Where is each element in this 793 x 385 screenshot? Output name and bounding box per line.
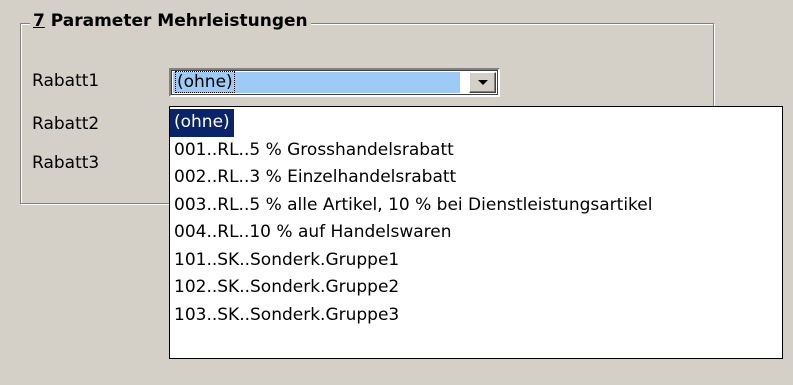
chevron-down-icon	[478, 80, 488, 85]
dialog-panel: 7 Parameter Mehrleistungen Rabatt1 Rabat…	[0, 0, 793, 385]
rabatt1-combobox[interactable]: (ohne)	[169, 68, 500, 97]
list-item[interactable]: 101..SK..Sonderk.Gruppe1	[170, 247, 782, 275]
group-title-text: Parameter Mehrleistungen	[44, 11, 308, 31]
list-item[interactable]: (ohne)	[170, 109, 782, 137]
list-item[interactable]: 003..RL..5 % alle Artikel, 10 % bei Dien…	[170, 192, 782, 220]
rabatt1-dropdown-list[interactable]: (ohne) 001..RL..5 % Grosshandelsrabatt 0…	[169, 106, 783, 359]
group-title-mnemonic: 7	[33, 11, 45, 31]
list-item[interactable]: 103..SK..Sonderk.Gruppe3	[170, 302, 782, 330]
combobox-selected-value[interactable]: (ohne)	[173, 71, 460, 93]
rabatt2-label: Rabatt2	[32, 114, 100, 134]
combobox-selected-text: (ohne)	[175, 71, 235, 93]
combobox-dropdown-button[interactable]	[469, 72, 496, 93]
list-item-label: (ohne)	[170, 109, 234, 137]
list-item[interactable]: 102..SK..Sonderk.Gruppe2	[170, 274, 782, 302]
list-item[interactable]: 002..RL..3 % Einzelhandelsrabatt	[170, 164, 782, 192]
list-item[interactable]: 004..RL..10 % auf Handelswaren	[170, 219, 782, 247]
rabatt3-label: Rabatt3	[32, 153, 100, 173]
list-item[interactable]: 001..RL..5 % Grosshandelsrabatt	[170, 137, 782, 165]
group-box-title: 7 Parameter Mehrleistungen	[30, 10, 311, 32]
rabatt1-label: Rabatt1	[32, 71, 100, 91]
